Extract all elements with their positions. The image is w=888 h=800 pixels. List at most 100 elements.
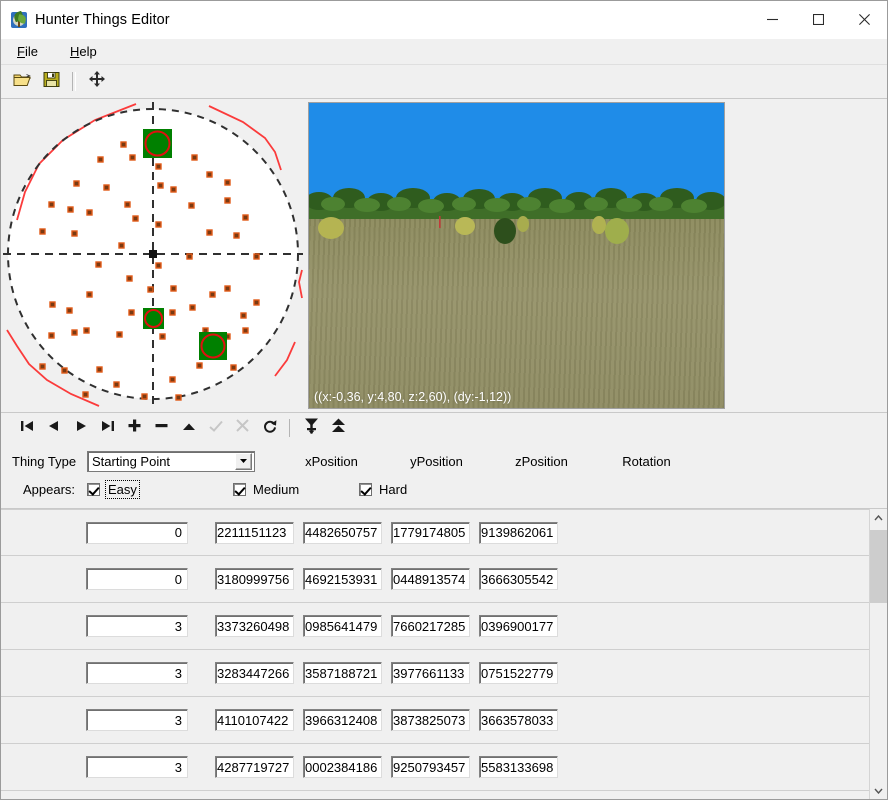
zposition-input[interactable]: 3977661133 [391,662,470,684]
yposition-input[interactable]: 0002384186 [303,756,382,778]
cell-index: 3 [86,615,191,637]
zposition-input[interactable]: 1779174805 [391,521,470,544]
cell-index: 3 [86,662,191,684]
cell-zposition: 7660217285 [391,615,475,637]
index-input[interactable]: 0 [86,521,188,544]
cell-index: 3 [86,709,191,731]
previous-record-button[interactable] [40,416,67,440]
difficulty-hard-checkbox[interactable]: Hard [359,481,409,498]
last-record-button[interactable] [94,416,121,440]
grid-vertical-scrollbar[interactable] [869,509,887,799]
yposition-input[interactable]: 4692153931 [303,568,382,590]
navbar-separator [289,419,290,437]
add-record-button[interactable] [121,416,148,440]
xposition-input[interactable]: 3283447266 [215,662,294,684]
edit-record-button[interactable] [175,416,202,440]
cell-zposition: 1779174805 [391,521,475,544]
save-floppy-icon [43,71,60,93]
menu-item-file-label: ile [24,44,38,59]
xposition-input[interactable]: 2211151123 [215,521,294,544]
minus-icon [155,419,168,437]
check-icon [208,419,223,437]
cancel-edit-button[interactable] [229,416,256,440]
move-tool-button[interactable] [83,69,110,94]
raise-up-button[interactable] [325,416,352,440]
zposition-input[interactable]: 7660217285 [391,615,470,637]
table-row[interactable]: 3 3373260498 0985641479 7660217285 03969… [1,603,869,650]
menu-item-help[interactable]: Help [62,41,109,62]
difficulty-easy-checkbox[interactable]: Easy [87,479,233,499]
cell-zposition: 0448913574 [391,568,475,590]
difficulty-hard-label: Hard [379,481,408,497]
xposition-input[interactable]: 4110107422 [215,709,294,731]
table-row[interactable]: 3 4287719727 0002384186 9250793457 55831… [1,744,869,791]
cell-index: 0 [86,521,191,544]
refresh-button[interactable] [256,416,283,440]
sky-region [309,103,724,196]
checkbox-box-hard[interactable] [359,482,372,496]
zposition-input[interactable]: 3873825073 [391,709,470,731]
rotation-input[interactable]: 0751522779 [479,662,558,684]
cell-rotation: 0396900177 [479,615,563,637]
table-row[interactable]: 3 3283447266 3587188721 3977661133 07515… [1,650,869,697]
map-preview[interactable] [3,102,303,410]
thing-form: Thing Type Starting Point xPosition yPos… [1,443,887,509]
first-record-button[interactable] [13,416,40,440]
index-input[interactable]: 0 [86,568,188,590]
plus-icon [128,419,141,437]
main-toolbar [1,65,887,99]
cell-zposition: 9250793457 [391,756,475,778]
xposition-input[interactable]: 4287719727 [215,756,294,778]
checkbox-box-easy[interactable] [87,482,100,496]
zposition-input[interactable]: 9250793457 [391,756,470,778]
delete-record-button[interactable] [148,416,175,440]
yposition-input[interactable]: 3587188721 [303,662,382,684]
index-input[interactable]: 3 [86,615,188,637]
drop-to-ground-button[interactable] [298,416,325,440]
chevron-down-icon[interactable] [235,452,252,470]
appears-label: Appears: [23,481,76,497]
app-globe-tree-icon [10,10,28,29]
viewport-status-text: ((x:-0,36, y:4,80, z:2,60), (dy:-1,12)) [314,390,512,404]
rotation-input[interactable]: 0396900177 [479,615,558,637]
yposition-input[interactable]: 0985641479 [303,615,382,637]
table-row[interactable]: 0 3180999756 4692153931 0448913574 36663… [1,556,869,603]
table-row[interactable]: 0 2211151123 4482650757 1779174805 91398… [1,509,869,556]
index-input[interactable]: 3 [86,756,188,778]
scroll-down-button[interactable] [870,782,887,799]
zposition-input[interactable]: 0448913574 [391,568,470,590]
difficulty-medium-checkbox[interactable]: Medium [233,481,359,498]
cell-xposition: 2211151123 [215,521,299,544]
post-edit-button[interactable] [202,416,229,440]
rotation-input[interactable]: 3663578033 [479,709,558,731]
maximize-button[interactable] [795,1,841,38]
scrollbar-thumb[interactable] [870,530,887,603]
xposition-input[interactable]: 3373260498 [215,615,294,637]
save-file-button[interactable] [38,69,65,94]
checkbox-box-medium[interactable] [233,482,246,496]
scroll-up-button[interactable] [870,509,887,526]
rotation-input[interactable]: 5583133698 [479,756,558,778]
open-folder-icon [13,71,32,93]
cell-xposition: 3283447266 [215,662,299,684]
index-input[interactable]: 3 [86,662,188,684]
next-record-button[interactable] [67,416,94,440]
yposition-input[interactable]: 4482650757 [303,521,382,544]
rotation-input[interactable]: 9139862061 [479,521,558,544]
menu-item-file[interactable]: File [9,41,50,62]
open-file-button[interactable] [9,69,36,94]
filter-down-arrow-icon [304,418,319,439]
minimize-button[interactable] [749,1,795,38]
thing-type-dropdown[interactable]: Starting Point [87,450,255,472]
column-header-yposition: yPosition [410,453,463,469]
cell-yposition: 0002384186 [303,756,387,778]
rotation-input[interactable]: 3666305542 [479,568,558,590]
table-row[interactable]: 3 4110107422 3966312408 3873825073 36635… [1,697,869,744]
3d-viewport[interactable]: ((x:-0,36, y:4,80, z:2,60), (dy:-1,12)) [308,102,725,409]
yposition-input[interactable]: 3966312408 [303,709,382,731]
index-input[interactable]: 3 [86,709,188,731]
close-button[interactable] [841,1,887,38]
xposition-input[interactable]: 3180999756 [215,568,294,590]
scrollbar-track[interactable] [870,526,887,782]
things-grid-area: 0 2211151123 4482650757 1779174805 91398… [1,509,887,799]
